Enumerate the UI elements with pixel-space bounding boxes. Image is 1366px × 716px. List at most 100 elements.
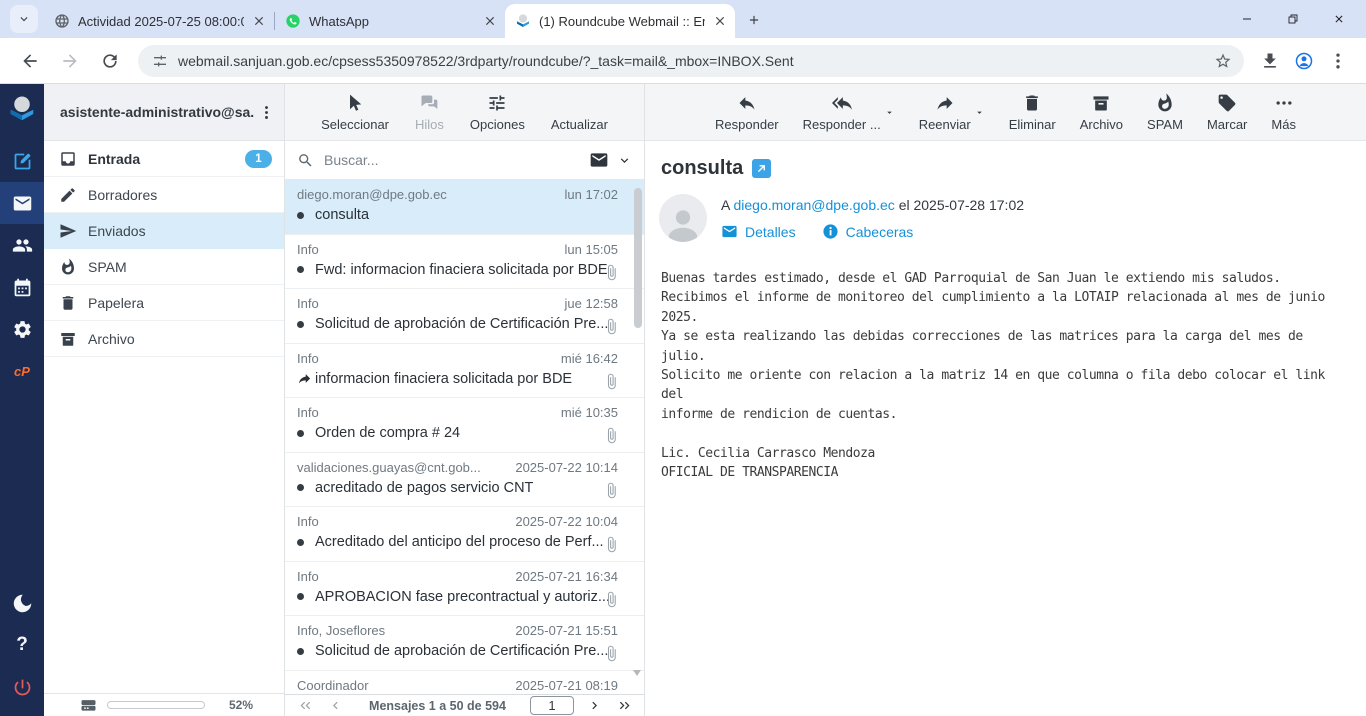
reload-button[interactable] bbox=[94, 45, 126, 77]
message-toolbar: Responder Responder ... Reenviar Elimina… bbox=[645, 84, 1366, 141]
search-options-icon[interactable] bbox=[617, 153, 632, 168]
rail-item-mail[interactable] bbox=[0, 182, 44, 224]
headers-toggle[interactable]: Cabeceras bbox=[822, 223, 914, 240]
msg-toolbar-responder-[interactable]: Responder ... bbox=[803, 93, 881, 132]
message-subject: Solicitud de aprobación de Certificación… bbox=[315, 643, 618, 659]
folder-papelera[interactable]: Papelera bbox=[44, 285, 284, 321]
toolbar-label: Hilos bbox=[415, 117, 444, 132]
msg-toolbar-más[interactable]: Más bbox=[1271, 93, 1296, 132]
chevron-right-icon bbox=[587, 698, 602, 713]
list-toolbar-hilos: Hilos bbox=[415, 93, 444, 132]
list-toolbar-seleccionar[interactable]: Seleccionar bbox=[321, 93, 389, 132]
rail-item-help[interactable]: ? bbox=[0, 624, 44, 666]
folder-enviados[interactable]: Enviados bbox=[44, 213, 284, 249]
unread-dot-icon bbox=[297, 484, 304, 491]
rail-item-settings[interactable] bbox=[0, 308, 44, 350]
msg-toolbar-reenviar[interactable]: Reenviar bbox=[919, 93, 971, 132]
replyall-icon bbox=[832, 93, 852, 113]
external-link-icon bbox=[756, 163, 767, 174]
back-button[interactable] bbox=[14, 45, 46, 77]
storage-meter bbox=[107, 701, 205, 709]
pagination-text: Mensajes 1 a 50 de 594 bbox=[355, 699, 520, 713]
tab-close-icon[interactable] bbox=[713, 14, 727, 28]
close-window-button[interactable] bbox=[1316, 0, 1362, 38]
bookmark-star-icon[interactable] bbox=[1214, 52, 1232, 70]
storage-disk-icon bbox=[80, 698, 97, 712]
profile-icon[interactable] bbox=[1294, 51, 1314, 71]
message-row-3[interactable]: Info jue 12:58 Solicitud de aprobación d… bbox=[285, 289, 644, 344]
unread-dot-icon bbox=[297, 266, 304, 273]
scroll-down-arrow[interactable] bbox=[633, 670, 641, 676]
unread-dot-icon bbox=[297, 539, 304, 546]
message-from: Info bbox=[297, 569, 507, 584]
dropdown-caret-icon[interactable] bbox=[884, 107, 895, 118]
dropdown-caret-icon[interactable] bbox=[974, 107, 985, 118]
message-view-panel: Responder Responder ... Reenviar Elimina… bbox=[645, 84, 1366, 716]
rail-item-cpanel[interactable]: cP bbox=[0, 350, 44, 392]
message-row-1[interactable]: diego.moran@dpe.gob.ec lun 17:02 consult… bbox=[285, 180, 644, 235]
browser-tab-3[interactable]: (1) Roundcube Webmail :: Envia bbox=[505, 4, 735, 38]
message-row-8[interactable]: Info 2025-07-21 16:34 APROBACION fase pr… bbox=[285, 562, 644, 617]
message-from: Info bbox=[297, 351, 553, 366]
next-page-button[interactable] bbox=[584, 697, 604, 715]
tab-close-icon[interactable] bbox=[483, 14, 497, 28]
folder-entrada[interactable]: Entrada 1 bbox=[44, 141, 284, 177]
message-row-2[interactable]: Info lun 15:05 Fwd: informacion finacier… bbox=[285, 235, 644, 290]
list-toolbar-opciones[interactable]: Opciones bbox=[470, 93, 525, 132]
recipient-line: A diego.moran@dpe.gob.ec el 2025-07-28 1… bbox=[721, 197, 1024, 213]
rail-item-dark-mode[interactable] bbox=[0, 582, 44, 624]
message-row-10[interactable]: Coordinador 2025-07-21 08:19 bbox=[285, 671, 644, 695]
message-subject: Fwd: informacion finaciera solicitada po… bbox=[315, 262, 618, 278]
rail-item-compose[interactable] bbox=[0, 140, 44, 182]
message-row-6[interactable]: validaciones.guayas@cnt.gob... 2025-07-2… bbox=[285, 453, 644, 508]
account-options-button[interactable] bbox=[254, 100, 278, 124]
message-row-7[interactable]: Info 2025-07-22 10:04 Acreditado del ant… bbox=[285, 507, 644, 562]
address-bar[interactable]: webmail.sanjuan.gob.ec/cpsess5350978522/… bbox=[138, 45, 1244, 77]
search-input[interactable] bbox=[324, 152, 583, 168]
folder-spam[interactable]: SPAM bbox=[44, 249, 284, 285]
browser-tab-1[interactable]: Actividad 2025-07-25 08:00:00 bbox=[44, 4, 274, 38]
paperplane-icon bbox=[59, 222, 77, 240]
account-header: asistente-administrativo@sa... bbox=[44, 84, 284, 141]
toolbar-label: Actualizar bbox=[551, 117, 608, 132]
msg-toolbar-spam[interactable]: SPAM bbox=[1147, 93, 1183, 132]
msg-toolbar-group: Marcar bbox=[1207, 93, 1247, 132]
msg-toolbar-responder[interactable]: Responder bbox=[715, 93, 779, 132]
msg-toolbar-archivo[interactable]: Archivo bbox=[1080, 93, 1123, 132]
tab-search-button[interactable] bbox=[10, 5, 38, 33]
open-in-new-window-button[interactable] bbox=[752, 159, 771, 178]
msg-toolbar-marcar[interactable]: Marcar bbox=[1207, 93, 1247, 132]
page-number-input[interactable] bbox=[530, 696, 574, 715]
msg-toolbar-eliminar[interactable]: Eliminar bbox=[1009, 93, 1056, 132]
browser-tab-2[interactable]: WhatsApp bbox=[275, 4, 505, 38]
site-settings-icon[interactable] bbox=[152, 53, 168, 69]
list-scrollbar[interactable] bbox=[634, 188, 642, 328]
tab-close-icon[interactable] bbox=[252, 14, 266, 28]
recipient-email-link[interactable]: diego.moran@dpe.gob.ec bbox=[733, 197, 894, 213]
unread-dot-icon bbox=[297, 212, 304, 219]
message-row-9[interactable]: Info, Joseflores 2025-07-21 15:51 Solici… bbox=[285, 616, 644, 671]
message-rows: diego.moran@dpe.gob.ec lun 17:02 consult… bbox=[285, 180, 644, 694]
search-scope-icon[interactable] bbox=[589, 150, 609, 170]
message-date: lun 15:05 bbox=[565, 242, 619, 257]
rail-item-logout[interactable] bbox=[0, 666, 44, 708]
folder-label: Enviados bbox=[88, 223, 272, 239]
search-bar bbox=[285, 141, 644, 180]
minimize-button[interactable] bbox=[1224, 0, 1270, 38]
rail-item-contacts[interactable] bbox=[0, 224, 44, 266]
message-row-4[interactable]: Info mié 16:42 informacion finaciera sol… bbox=[285, 344, 644, 399]
folder-borradores[interactable]: Borradores bbox=[44, 177, 284, 213]
new-tab-button[interactable] bbox=[741, 7, 767, 33]
restore-button[interactable] bbox=[1270, 0, 1316, 38]
message-row-5[interactable]: Info mié 10:35 Orden de compra # 24 bbox=[285, 398, 644, 453]
folder-archivo[interactable]: Archivo bbox=[44, 321, 284, 357]
details-toggle[interactable]: Detalles bbox=[721, 223, 796, 240]
browser-menu-icon[interactable] bbox=[1328, 51, 1348, 71]
list-toolbar-actualizar[interactable]: Actualizar bbox=[551, 93, 608, 132]
toolbar-label: Opciones bbox=[470, 117, 525, 132]
rail-item-calendar[interactable] bbox=[0, 266, 44, 308]
toolbar-label: Archivo bbox=[1080, 117, 1123, 132]
url-text[interactable]: webmail.sanjuan.gob.ec/cpsess5350978522/… bbox=[178, 53, 1214, 69]
downloads-icon[interactable] bbox=[1260, 51, 1280, 71]
last-page-button[interactable] bbox=[614, 697, 634, 715]
